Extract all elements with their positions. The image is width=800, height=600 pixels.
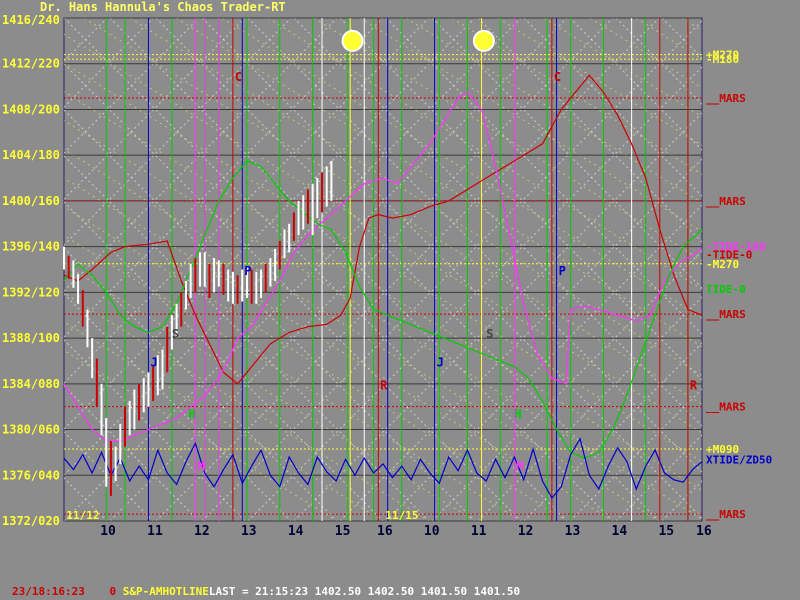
y-tick-label: 1388/100: [2, 331, 60, 345]
x-tick-label: 15: [335, 524, 351, 539]
cycle-letter: M: [197, 460, 204, 474]
x-tick-label: 12: [194, 524, 210, 539]
diagonal-grid-line: [754, 18, 800, 521]
y-tick-label: 1412/220: [2, 57, 60, 71]
status-last: LAST = 21:15:23 1402.50 1402.50 1401.50 …: [208, 585, 521, 598]
x-tick-label: 14: [612, 524, 628, 539]
x-tick-label: 14: [288, 524, 304, 539]
cycle-letter: R: [690, 379, 698, 393]
cycle-letter: M: [516, 460, 523, 474]
cycle-letter: P: [244, 264, 251, 278]
x-tick-label: 10: [424, 524, 440, 539]
y-tick-label: 1376/040: [2, 468, 60, 482]
status-bar: 23/18:16:23 0 S&P-AMHOTLINELAST = 21:15:…: [12, 585, 520, 598]
right-label: XTIDE/ZD50: [706, 453, 772, 466]
cycle-letter: H: [188, 407, 195, 421]
cycle-letter: H: [514, 407, 521, 421]
y-tick-label: 1380/060: [2, 423, 60, 437]
cycle-letter: C: [235, 70, 242, 84]
x-tick-label: 10: [100, 524, 116, 539]
x-tick-label: 15: [658, 524, 674, 539]
chart-title: Dr. Hans Hannula's Chaos Trader-RT: [40, 0, 286, 14]
status-timestamp: 23/18:16:23: [12, 585, 85, 598]
x-tick-label: 11: [147, 524, 163, 539]
chaos-trader-chart: 1416/240 1412/220 1408/200 1404/180 1400/160…: [0, 13, 800, 539]
y-tick-label: 1408/200: [2, 102, 60, 116]
right-label: TIDE-0: [706, 283, 746, 296]
status-zero: 0: [109, 585, 117, 598]
cycle-letter: S: [172, 327, 179, 341]
diagonal-grid-line: [0, 18, 61, 521]
right-label: __MARS: [706, 195, 746, 208]
diagonal-grid-line: [0, 18, 15, 521]
cycle-letter: P: [559, 264, 566, 278]
y-tick-label: 1392/120: [2, 285, 60, 299]
right-label: __MARS: [706, 92, 746, 105]
right-label: __MARS: [706, 401, 746, 414]
x-tick-label: 16: [377, 524, 393, 539]
x-tick-label: 13: [565, 524, 581, 539]
diagonal-grid-line: [774, 18, 800, 521]
y-tick-label: 1404/180: [2, 148, 60, 162]
x-tick-label: 13: [241, 524, 257, 539]
cycle-letter: S: [486, 327, 493, 341]
diagonal-grid-line: [0, 18, 61, 521]
x-tick-label: 16: [696, 524, 712, 539]
right-labels: +M270-M180__MARS__MARS-TIDE-180-TIDE-0-M…: [706, 49, 772, 522]
cycle-letter: R: [380, 379, 388, 393]
date-label: 11/12: [66, 509, 99, 522]
x-tick-label: 11: [471, 524, 487, 539]
x-tick-label: 12: [518, 524, 534, 539]
y-tick-label: 1396/140: [2, 240, 60, 254]
sun-icon: [341, 29, 364, 52]
status-symbol: S&P-AMHOTLINE: [122, 585, 209, 598]
cycle-letter: J: [150, 356, 157, 370]
diagonal-grid-line: [754, 18, 800, 521]
cycle-letter: C: [554, 70, 561, 84]
y-axis-labels: 1416/240 1412/220 1408/200 1404/180 1400/160…: [2, 13, 60, 528]
date-label: 11/15: [385, 509, 418, 522]
y-tick-label: 1372/020: [2, 514, 60, 528]
right-label: __MARS: [706, 308, 746, 321]
cycle-letter: J: [437, 356, 444, 370]
right-label: -M270: [706, 258, 739, 271]
y-tick-label: 1400/160: [2, 194, 60, 208]
y-tick-label: 1384/080: [2, 377, 60, 391]
sun-icon: [472, 29, 495, 52]
y-tick-label: 1416/240: [2, 13, 60, 27]
plot-background: [63, 17, 703, 522]
right-label: __MARS: [706, 508, 746, 521]
right-label: -M180: [706, 53, 739, 66]
diagonal-grid-line: [0, 18, 15, 521]
